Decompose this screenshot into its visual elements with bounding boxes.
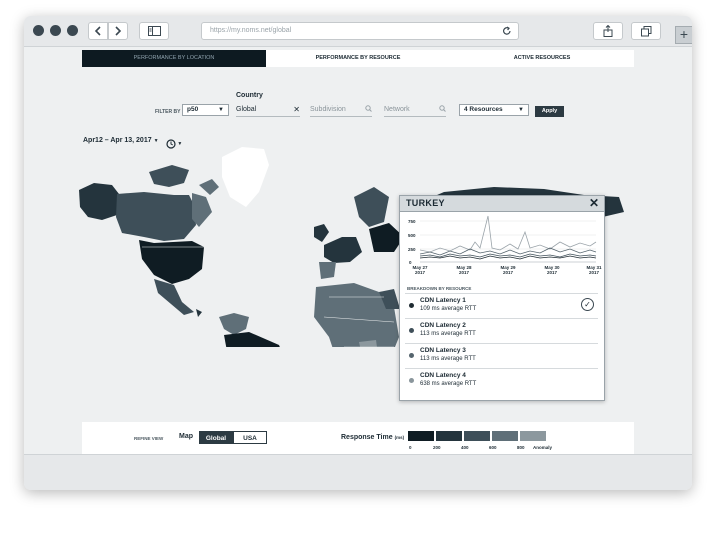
back-button[interactable] (88, 22, 108, 40)
country-popup: TURKEY ✕ 750 500 250 0 May 27 2017 May 2… (399, 195, 605, 401)
resource-name: CDN Latency 4 (420, 372, 466, 379)
map-global-button[interactable]: Global (199, 431, 233, 444)
breakdown-label: BREAKDOWN BY RESOURCE (407, 286, 472, 291)
legend-tick: 600 (489, 445, 497, 450)
series-cdn-1 (419, 255, 597, 260)
series-bullet (409, 378, 414, 383)
url-text: https://my.noms.net/global (210, 27, 292, 34)
new-tab-button[interactable]: + (675, 26, 692, 44)
x-tick-year: 2017 (415, 270, 426, 275)
response-time-label: Response Time (ms) (341, 434, 404, 441)
x-tick-year: 2017 (589, 270, 600, 275)
map-label: Map (179, 433, 193, 440)
popup-header: TURKEY ✕ (400, 196, 604, 212)
legend-swatch (492, 431, 518, 441)
page-footer (24, 454, 692, 490)
response-time-legend (408, 431, 548, 441)
legend-tick: Anomaly (533, 445, 553, 450)
series-bullet (409, 353, 414, 358)
share-button[interactable] (593, 22, 623, 40)
browser-toolbar: https://my.noms.net/global + (24, 16, 692, 47)
page-content: PERFORMANCE BY LOCATION PERFORMANCE BY R… (24, 47, 692, 490)
legend-swatch (436, 431, 462, 441)
x-tick-year: 2017 (547, 270, 558, 275)
legend-swatch (408, 431, 434, 441)
resource-name: CDN Latency 2 (420, 322, 466, 329)
forward-button[interactable] (108, 22, 128, 40)
reload-icon[interactable] (502, 26, 512, 36)
legend-tick: 800 (517, 445, 525, 450)
legend-swatch (520, 431, 546, 441)
response-time-text: Response Time (341, 434, 393, 441)
check-icon[interactable]: ✓ (581, 298, 594, 311)
minimize-window-dot[interactable] (50, 25, 61, 36)
close-icon[interactable]: ✕ (589, 196, 599, 210)
tabs-button[interactable] (631, 22, 661, 40)
map-controls-bar: REFINE VIEW Map Global USA Response Time… (82, 422, 634, 454)
x-tick-year: 2017 (503, 270, 514, 275)
maximize-window-dot[interactable] (67, 25, 78, 36)
resource-stat: 113 ms average RTT (420, 356, 476, 362)
series-bullet (409, 328, 414, 333)
chevron-right-icon (115, 26, 122, 36)
sidebar-toggle-button[interactable] (139, 22, 169, 40)
series-bullet (409, 303, 414, 308)
resource-name: CDN Latency 1 (420, 297, 466, 304)
resource-row-cdn-4[interactable]: CDN Latency 4 638 ms average RTT (405, 368, 598, 394)
resource-stat: 109 ms average RTT (420, 306, 477, 312)
legend-tick: 400 (461, 445, 469, 450)
resource-row-cdn-2[interactable]: CDN Latency 2 113 ms average RTT (405, 318, 598, 344)
chevron-left-icon (94, 26, 101, 36)
tabs-icon (640, 25, 651, 36)
x-tick-year: 2017 (459, 270, 470, 275)
legend-tick: 200 (433, 445, 441, 450)
resource-stat: 113 ms average RTT (420, 331, 476, 337)
close-window-dot[interactable] (33, 25, 44, 36)
latency-chart: 750 500 250 0 May 27 2017 May 28 2017 Ma… (408, 215, 602, 275)
resource-stat: 638 ms average RTT (420, 381, 477, 387)
address-bar[interactable]: https://my.noms.net/global (201, 22, 519, 40)
y-tick-750: 750 (408, 219, 416, 224)
resource-row-cdn-1[interactable]: CDN Latency 1 109 ms average RTT ✓ (405, 293, 598, 319)
popup-title: TURKEY (406, 198, 445, 208)
response-time-unit: (ms) (394, 435, 405, 440)
map-usa-button[interactable]: USA (233, 431, 267, 444)
y-tick-500: 500 (408, 233, 416, 238)
legend-tick: 0 (409, 445, 412, 450)
y-tick-250: 250 (408, 247, 416, 252)
share-icon (603, 25, 613, 37)
resource-name: CDN Latency 3 (420, 347, 466, 354)
refine-view-label: REFINE VIEW (134, 436, 164, 441)
resource-row-cdn-3[interactable]: CDN Latency 3 113 ms average RTT (405, 343, 598, 369)
series-cdn-4 (419, 215, 597, 253)
sidebar-icon (147, 26, 161, 36)
legend-swatch (464, 431, 490, 441)
browser-window: https://my.noms.net/global + PERFORMANCE… (24, 16, 692, 490)
